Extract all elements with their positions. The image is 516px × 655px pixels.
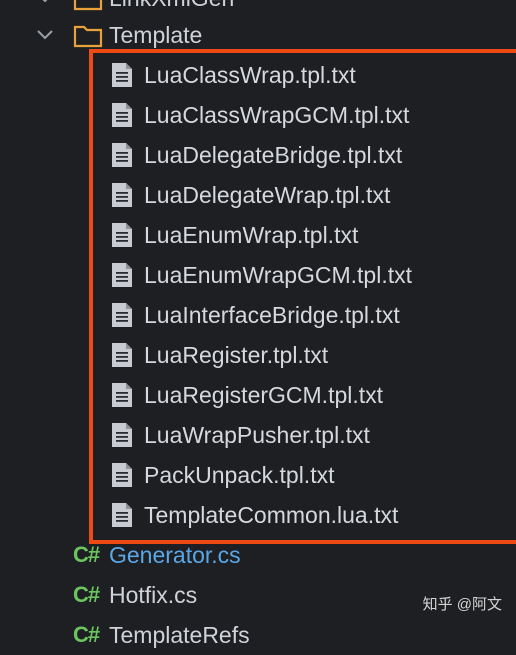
- tree-row-file[interactable]: LuaInterfaceBridge.tpl.txt: [0, 295, 516, 335]
- file-label: LuaDelegateWrap.tpl.txt: [144, 181, 391, 208]
- csharp-file-icon: C#: [73, 542, 100, 567]
- csharp-file-icon: C#: [73, 582, 100, 607]
- text-file-icon: [112, 463, 132, 487]
- file-label: LuaDelegateBridge.tpl.txt: [144, 141, 403, 168]
- text-file-icon: [112, 423, 132, 447]
- tree-row-file[interactable]: LuaClassWrapGCM.tpl.txt: [0, 95, 516, 135]
- file-label: LuaEnumWrap.tpl.txt: [144, 221, 359, 248]
- text-file-icon: [112, 223, 132, 247]
- file-label: TemplateCommon.lua.txt: [144, 501, 399, 528]
- text-file-icon: [112, 143, 132, 167]
- tree-row-file[interactable]: LuaDelegateBridge.tpl.txt: [0, 135, 516, 175]
- file-label: LuaClassWrapGCM.tpl.txt: [144, 101, 410, 128]
- chevron-down-icon[interactable]: [34, 0, 56, 9]
- template-folder-label: Template: [109, 21, 203, 48]
- text-file-icon: [112, 503, 132, 527]
- text-file-icon: [112, 343, 132, 367]
- tree-row-file[interactable]: TemplateCommon.lua.txt: [0, 495, 516, 535]
- watermark-text: 知乎 @阿文: [422, 596, 502, 613]
- tree-row-template-folder[interactable]: Template: [0, 15, 516, 55]
- folder-icon: [73, 25, 103, 48]
- chevron-down-icon[interactable]: [34, 24, 56, 46]
- project-file-tree: LinkXmlGen Template LuaClassWrap.tpl.txt: [0, 0, 516, 646]
- folder-icon: [73, 0, 103, 11]
- csharp-file-icon: C#: [73, 622, 100, 647]
- text-file-icon: [112, 103, 132, 127]
- file-label: PackUnpack.tpl.txt: [144, 461, 335, 488]
- file-label: LuaInterfaceBridge.tpl.txt: [144, 301, 400, 328]
- cs-file-label: Hotfix.cs: [109, 581, 198, 608]
- cs-file-label: TemplateRefs: [109, 621, 250, 648]
- tree-row-file[interactable]: LuaRegisterGCM.tpl.txt: [0, 375, 516, 415]
- tree-row-file[interactable]: LuaDelegateWrap.tpl.txt: [0, 175, 516, 215]
- cs-file-label: Generator.cs: [109, 541, 241, 568]
- text-file-icon: [112, 183, 132, 207]
- tree-row-cs-file[interactable]: C# TemplateRefs: [0, 615, 516, 655]
- text-file-icon: [112, 383, 132, 407]
- file-label: LuaClassWrap.tpl.txt: [144, 61, 356, 88]
- file-label: LuaEnumWrapGCM.tpl.txt: [144, 261, 413, 288]
- file-label: LuaWrapPusher.tpl.txt: [144, 421, 370, 448]
- tree-row-file[interactable]: LuaClassWrap.tpl.txt: [0, 55, 516, 95]
- tree-row-file[interactable]: LuaEnumWrapGCM.tpl.txt: [0, 255, 516, 295]
- tree-row-file[interactable]: LuaEnumWrap.tpl.txt: [0, 215, 516, 255]
- file-label: LuaRegister.tpl.txt: [144, 341, 329, 368]
- file-label: LuaRegisterGCM.tpl.txt: [144, 381, 384, 408]
- text-file-icon: [112, 263, 132, 287]
- partial-folder-label: LinkXmlGen: [109, 0, 234, 10]
- tree-row-file[interactable]: PackUnpack.tpl.txt: [0, 455, 516, 495]
- tree-row-file[interactable]: LuaWrapPusher.tpl.txt: [0, 415, 516, 455]
- tree-row-file[interactable]: LuaRegister.tpl.txt: [0, 335, 516, 375]
- tree-row-cs-file[interactable]: C# Generator.cs: [0, 535, 516, 575]
- text-file-icon: [112, 63, 132, 87]
- text-file-icon: [112, 303, 132, 327]
